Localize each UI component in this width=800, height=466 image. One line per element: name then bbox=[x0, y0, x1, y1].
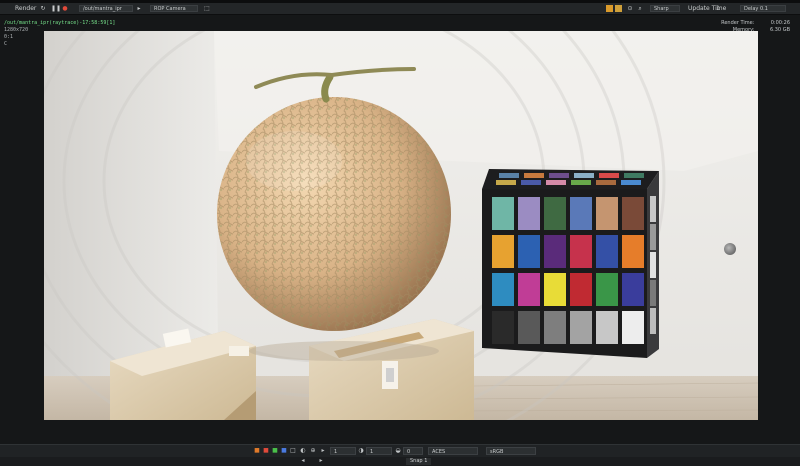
refresh-icon[interactable]: ↻ bbox=[40, 6, 46, 12]
checker-swatch bbox=[596, 311, 618, 344]
delay-label: Delay bbox=[744, 6, 759, 12]
red-channel-icon[interactable]: ■ bbox=[263, 448, 269, 454]
pause-icon[interactable]: ❚❚ bbox=[51, 6, 61, 12]
checker-top-swatch bbox=[596, 180, 616, 185]
camera-menu[interactable]: ROP Camera bbox=[150, 5, 198, 12]
output-path-field[interactable]: /out/mantra_ipr bbox=[79, 5, 133, 12]
snapshot-bar: ◂ ▸ Snap 1 bbox=[0, 457, 800, 466]
render-toolbar: Render ↻ ❚❚ ● /out/mantra_ipr ▸ ROP Came… bbox=[0, 3, 800, 15]
checker-swatch bbox=[492, 235, 514, 268]
render-time-value: 0:00:26 bbox=[770, 20, 790, 26]
checker-swatch bbox=[622, 311, 644, 344]
lut-icon[interactable]: ◐ bbox=[300, 448, 306, 454]
checker-top-swatch bbox=[574, 173, 594, 178]
checker-swatch bbox=[518, 197, 540, 230]
checker-swatch bbox=[518, 235, 540, 268]
checker-swatch bbox=[492, 197, 514, 230]
checker-top-swatch bbox=[521, 180, 541, 185]
render-path-text: /out/mantra_ipr(raytrace)-17:58:59[1] bbox=[4, 20, 116, 26]
camera-pick-icon[interactable]: ⬚ bbox=[204, 6, 210, 12]
snap-label: Snap bbox=[410, 458, 423, 464]
frame-field[interactable]: 1 bbox=[330, 447, 356, 455]
checker-swatch bbox=[518, 311, 540, 344]
checker-swatch bbox=[570, 197, 592, 230]
delay-field[interactable]: Delay 0.1 bbox=[740, 5, 786, 12]
delay-value: 0.1 bbox=[759, 6, 768, 12]
render-time-row: Render Time: 0:00:26 bbox=[721, 20, 790, 27]
viewport-scroll-handle[interactable] bbox=[724, 243, 736, 255]
offset-field[interactable]: 0 bbox=[403, 447, 423, 455]
blue-channel-icon[interactable]: ■ bbox=[281, 448, 287, 454]
path-picker-icon[interactable]: ▸ bbox=[136, 6, 142, 12]
checker-swatch bbox=[596, 235, 618, 268]
preview-toggle-icon[interactable] bbox=[606, 5, 613, 12]
color-checker-cube bbox=[482, 169, 659, 358]
checker-swatch bbox=[492, 273, 514, 306]
checker-top-swatch bbox=[571, 180, 591, 185]
zoom-field[interactable]: 1 bbox=[366, 447, 392, 455]
snap-value: 1 bbox=[424, 458, 428, 464]
snap-next-icon[interactable]: ▸ bbox=[318, 458, 324, 464]
render-viewport[interactable] bbox=[44, 31, 758, 420]
checker-swatch bbox=[570, 273, 592, 306]
region-toggle-icon[interactable] bbox=[615, 5, 622, 12]
alpha-channel-icon[interactable]: □ bbox=[290, 448, 296, 454]
checker-swatch bbox=[518, 273, 540, 306]
checker-swatch bbox=[622, 235, 644, 268]
checker-top-swatch bbox=[496, 180, 516, 185]
checker-swatch bbox=[570, 311, 592, 344]
checker-top-swatch bbox=[624, 173, 644, 178]
checker-swatch bbox=[492, 311, 514, 344]
gamma-icon[interactable]: ⊕ bbox=[310, 448, 316, 454]
checker-swatch bbox=[544, 311, 566, 344]
checker-top-swatch bbox=[599, 173, 619, 178]
render-image bbox=[44, 31, 758, 420]
checker-top-swatch bbox=[549, 173, 569, 178]
checker-top-swatch bbox=[524, 173, 544, 178]
pin-icon[interactable]: ⊙ bbox=[627, 6, 633, 12]
image-controls-bar: ■ ■ ■ ■ □ ◐ ⊕ ▸ 1 ◑ 1 ◒ 0 ACES sRGB bbox=[0, 444, 800, 457]
checker-top-swatch bbox=[621, 180, 641, 185]
render-time-label: Render Time: bbox=[721, 20, 755, 26]
colorspace-menu[interactable]: ACES bbox=[428, 447, 478, 455]
render-button[interactable]: Render bbox=[15, 3, 36, 14]
green-channel-icon[interactable]: ■ bbox=[272, 448, 278, 454]
sharpness-menu[interactable]: Sharp bbox=[650, 5, 680, 12]
snapshot-icon[interactable]: ■ bbox=[254, 448, 260, 454]
checker-swatch bbox=[570, 235, 592, 268]
zoom-icon[interactable]: ⌕ bbox=[637, 6, 643, 12]
checker-swatch bbox=[544, 235, 566, 268]
exposure-icon[interactable]: ◑ bbox=[358, 448, 364, 454]
checker-swatch bbox=[544, 273, 566, 306]
checker-swatch bbox=[622, 273, 644, 306]
frame-step-icon[interactable]: ▸ bbox=[320, 448, 326, 454]
display-menu[interactable]: sRGB bbox=[486, 447, 536, 455]
memory-value: 6.30 GB bbox=[769, 27, 790, 33]
snap-prev-icon[interactable]: ◂ bbox=[300, 458, 306, 464]
offset-icon[interactable]: ◒ bbox=[395, 448, 401, 454]
checker-swatch bbox=[596, 197, 618, 230]
checker-swatch bbox=[544, 197, 566, 230]
update-time-value[interactable]: 1 bbox=[716, 3, 720, 14]
checker-swatch bbox=[596, 273, 618, 306]
checker-top-swatch bbox=[499, 173, 519, 178]
snap-tab[interactable]: Snap 1 bbox=[406, 458, 432, 465]
checker-top-swatch bbox=[546, 180, 566, 185]
stop-icon[interactable]: ● bbox=[62, 6, 68, 12]
update-time-label: Update Time bbox=[688, 5, 727, 12]
checker-swatch bbox=[622, 197, 644, 230]
